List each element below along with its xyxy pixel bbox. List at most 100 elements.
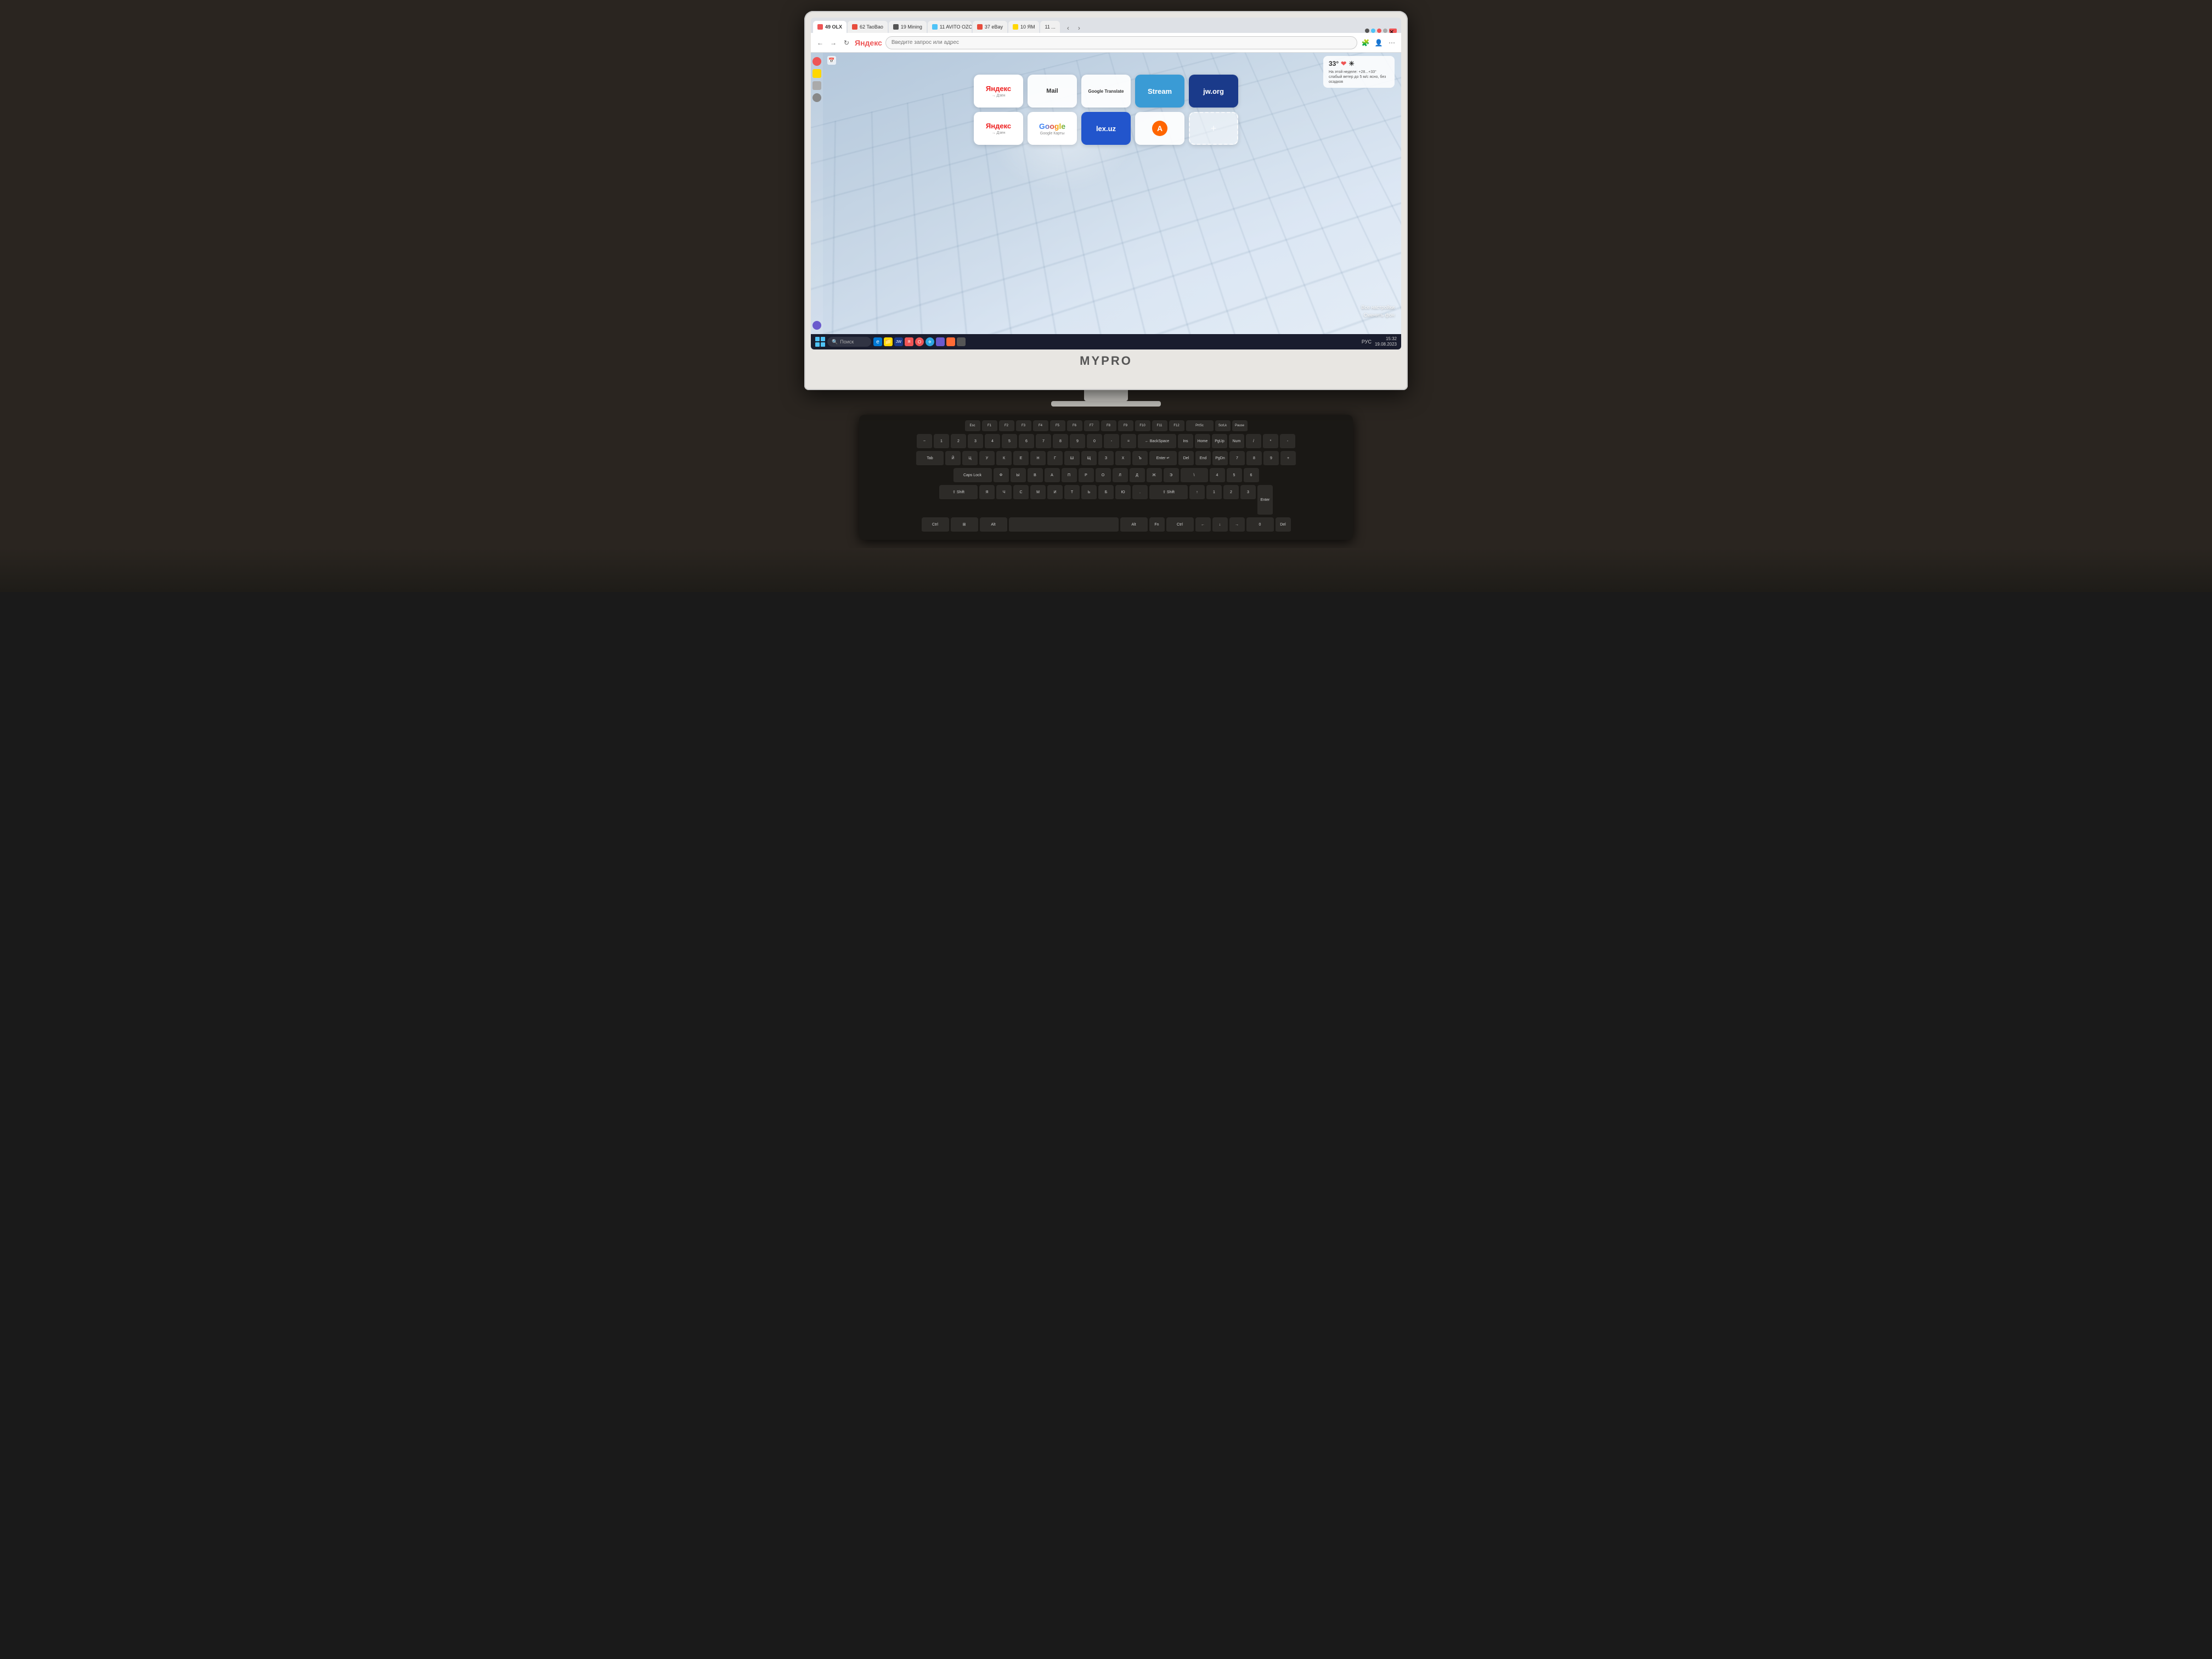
key-6[interactable]: 6 (1019, 434, 1034, 449)
key-e[interactable]: У (979, 451, 995, 466)
key-f1[interactable]: F1 (982, 420, 997, 432)
sidebar-icon-4[interactable] (812, 93, 821, 102)
key-win[interactable]: ⊞ (951, 517, 978, 533)
key-quote[interactable]: Э (1164, 468, 1179, 483)
taskbar-edge[interactable]: e (873, 337, 882, 346)
reload-button[interactable]: ↻ (842, 38, 851, 48)
tab-ebay[interactable]: 37 eBay (973, 21, 1007, 33)
key-i[interactable]: Ш (1064, 451, 1080, 466)
key-v[interactable]: М (1030, 485, 1046, 500)
key-s[interactable]: Ы (1011, 468, 1026, 483)
calendar-icon[interactable]: 📅 (827, 56, 836, 65)
key-arrow-left[interactable]: ← (1195, 517, 1211, 533)
tab-avito[interactable]: 11 AVITO OZON (928, 21, 972, 33)
all-settings-link[interactable]: Все настройки (1361, 304, 1395, 310)
key-d[interactable]: В (1028, 468, 1043, 483)
key-7[interactable]: 7 (1036, 434, 1051, 449)
key-rbracket[interactable]: Ъ (1132, 451, 1148, 466)
key-tilde[interactable]: ~ (917, 434, 932, 449)
dial-yandex1[interactable]: Яндекс → Дзен (974, 75, 1023, 108)
taskbar-app3[interactable] (957, 337, 966, 346)
taskbar-jw[interactable]: JW (894, 337, 903, 346)
key-comma[interactable]: Б (1098, 485, 1114, 500)
tab-taobao[interactable]: 62 TaoBao (848, 21, 888, 33)
tab-more[interactable]: 11 ... (1040, 21, 1059, 33)
key-esc[interactable]: Esc (965, 420, 980, 432)
key-shift-left[interactable]: ⇧ Shift (939, 485, 978, 500)
key-num-enter[interactable]: Enter (1257, 485, 1273, 516)
key-f7[interactable]: F7 (1084, 420, 1099, 432)
settings-button[interactable]: ⋯ (1387, 38, 1397, 48)
key-period[interactable]: Ю (1115, 485, 1131, 500)
taskbar-opera[interactable]: O (915, 337, 924, 346)
key-f11[interactable]: F11 (1152, 420, 1167, 432)
key-print-screen[interactable]: PrtSc (1186, 420, 1214, 432)
key-capslock[interactable]: Caps Lock (953, 468, 992, 483)
dial-avito[interactable]: A (1135, 112, 1184, 145)
dial-yandex2[interactable]: Яндекс → Дзен (974, 112, 1023, 145)
key-num1[interactable]: 1 (1206, 485, 1222, 500)
key-num-sub[interactable]: - (1280, 434, 1295, 449)
key-l[interactable]: Д (1130, 468, 1145, 483)
key-y[interactable]: Н (1030, 451, 1046, 466)
key-q[interactable]: Й (945, 451, 961, 466)
key-5[interactable]: 5 (1002, 434, 1017, 449)
close-tab-button[interactable]: ✕ (1389, 29, 1397, 33)
change-bg-link[interactable]: Сменить фон (1364, 312, 1395, 318)
key-u[interactable]: Г (1047, 451, 1063, 466)
key-num-mul[interactable]: * (1263, 434, 1278, 449)
key-num7[interactable]: 7 (1229, 451, 1245, 466)
dial-jw[interactable]: jw.org (1189, 75, 1238, 108)
key-backslash[interactable]: \ (1181, 468, 1208, 483)
sidebar-add-icon[interactable] (812, 321, 821, 330)
key-m[interactable]: Ь (1081, 485, 1097, 500)
key-end[interactable]: End (1195, 451, 1211, 466)
dial-add[interactable]: + (1189, 112, 1238, 145)
key-f4[interactable]: F4 (1033, 420, 1048, 432)
key-8[interactable]: 8 (1053, 434, 1068, 449)
taskbar-search[interactable]: 🔍 Поиск (827, 337, 871, 347)
key-num4[interactable]: 4 (1210, 468, 1225, 483)
key-num0[interactable]: 0 (1246, 517, 1274, 533)
key-scroll-lock[interactable]: ScrLk (1215, 420, 1231, 432)
key-w[interactable]: Ц (962, 451, 978, 466)
browser-icon-2[interactable] (1371, 29, 1375, 33)
key-arrow-up[interactable]: ↑ (1189, 485, 1205, 500)
key-pause[interactable]: Pause (1232, 420, 1248, 432)
key-z[interactable]: Я (979, 485, 995, 500)
key-num3[interactable]: 3 (1240, 485, 1256, 500)
key-k[interactable]: Л (1113, 468, 1128, 483)
start-button[interactable] (815, 337, 825, 347)
tab-ym[interactable]: 10 ЯМ (1008, 21, 1040, 33)
dial-translate[interactable]: Google Translate (1081, 75, 1131, 108)
key-alt-right[interactable]: Alt (1120, 517, 1148, 533)
tab-mining[interactable]: 19 Mining (889, 21, 927, 33)
key-semicolon[interactable]: Ж (1147, 468, 1162, 483)
taskbar-yandex[interactable]: Я (905, 337, 913, 346)
key-4[interactable]: 4 (985, 434, 1000, 449)
key-0[interactable]: 0 (1087, 434, 1102, 449)
key-h[interactable]: Р (1079, 468, 1094, 483)
key-f10[interactable]: F10 (1135, 420, 1150, 432)
key-9[interactable]: 9 (1070, 434, 1085, 449)
key-x[interactable]: Ч (996, 485, 1012, 500)
key-c[interactable]: С (1013, 485, 1029, 500)
key-b[interactable]: И (1047, 485, 1063, 500)
dial-mail[interactable]: Mail (1028, 75, 1077, 108)
key-num6[interactable]: 6 (1244, 468, 1259, 483)
key-lbracket[interactable]: Х (1115, 451, 1131, 466)
key-o[interactable]: Щ (1081, 451, 1097, 466)
key-tab[interactable]: Tab (916, 451, 944, 466)
key-f[interactable]: А (1045, 468, 1060, 483)
key-f12[interactable]: F12 (1169, 420, 1184, 432)
key-page-up[interactable]: PgUp (1212, 434, 1227, 449)
key-j[interactable]: О (1096, 468, 1111, 483)
key-f3[interactable]: F3 (1016, 420, 1031, 432)
key-fn[interactable]: Fn (1149, 517, 1165, 533)
tab-prev-button[interactable]: ‹ (1063, 23, 1073, 33)
key-f2[interactable]: F2 (999, 420, 1014, 432)
key-numlock[interactable]: Num (1229, 434, 1244, 449)
dial-lex[interactable]: lex.uz (1081, 112, 1131, 145)
key-page-down[interactable]: PgDn (1212, 451, 1228, 466)
dial-stream[interactable]: Stream (1135, 75, 1184, 108)
